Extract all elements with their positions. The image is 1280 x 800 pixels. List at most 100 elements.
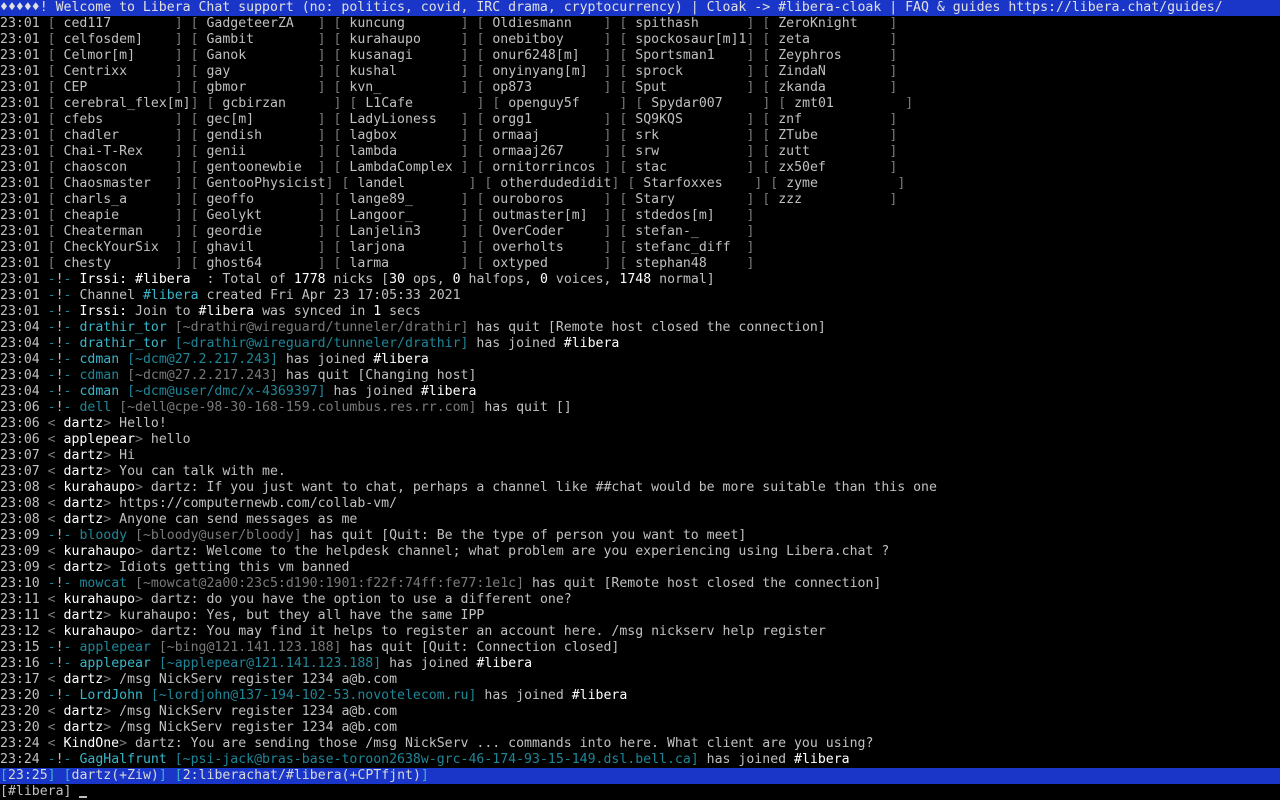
bracket: ] xyxy=(317,160,334,175)
message-text: https://computernewb.com/collab-vm/ xyxy=(119,496,398,511)
nick-close-bracket: > xyxy=(103,672,120,687)
nick-close-bracket: > xyxy=(103,608,120,623)
event-segment: Irssi: xyxy=(79,272,136,287)
bracket: ] xyxy=(746,112,763,127)
event-segment: [~lordjohn@137-194-102-53.novotelecom.ru… xyxy=(150,688,477,703)
nick-entry: Starfoxxes xyxy=(643,176,755,191)
event-line: 23:04 -!- cdman [~dcm@27.2.217.243] has … xyxy=(0,368,1280,384)
bracket: ] xyxy=(476,96,493,111)
timestamp: 23:04 xyxy=(0,368,40,383)
event-prefix: - xyxy=(39,272,56,287)
names-row: 23:01 [ CheckYourSix ] [ ghavil ] [ larj… xyxy=(0,240,1280,256)
event-segment: : Total of xyxy=(190,272,294,287)
nick-entry: GadgeteerZA xyxy=(206,16,318,31)
event-segment: Irssi: xyxy=(79,304,136,319)
timestamp: 23:01 xyxy=(0,112,40,127)
event-prefix: - xyxy=(63,272,80,287)
bracket: [ xyxy=(47,48,64,63)
bracket: ] xyxy=(603,80,620,95)
timestamp: 23:01 xyxy=(0,32,40,47)
bracket: [ xyxy=(619,32,636,47)
event-prefix: - xyxy=(63,688,80,703)
bracket: [ xyxy=(206,96,223,111)
event-segment: normal] xyxy=(651,272,715,287)
names-row: 23:01 [ celfosdem] ] [ Gambit ] [ kuraha… xyxy=(0,32,1280,48)
nick-entry: stac xyxy=(635,160,747,175)
bracket: ] xyxy=(174,208,191,223)
bracket: [ xyxy=(333,256,350,271)
event-segment: has quit [Changing host] xyxy=(277,368,477,383)
names-row: 23:01 [ cfebs ] [ gec[m] ] [ LadyLioness… xyxy=(0,112,1280,128)
nick-entry: zkanda xyxy=(778,80,890,95)
message-log[interactable]: 23:01 [ ced117 ] [ GadgeteerZA ] [ kuncu… xyxy=(0,16,1280,768)
chat-message: 23:06 < applepear> hello xyxy=(0,432,1280,448)
timestamp: 23:04 xyxy=(0,320,40,335)
event-prefix: - xyxy=(39,352,56,367)
text-segment xyxy=(40,704,48,719)
nick-entry: ouroboros xyxy=(492,192,604,207)
nick-entry: zutt xyxy=(778,144,890,159)
bracket: [ xyxy=(492,96,509,111)
nick-close-bracket: > xyxy=(135,544,151,559)
message-text: /msg NickServ register 1234 a@b.com xyxy=(119,704,398,719)
event-prefix: - xyxy=(39,288,56,303)
nick-entry: chesty xyxy=(63,256,175,271)
timestamp: 23:01 xyxy=(0,224,40,239)
bracket: [ xyxy=(762,32,779,47)
event-segment: Join to xyxy=(135,304,199,319)
nick-entry: ormaaj267 xyxy=(492,144,604,159)
event-segment: [~dcm@user/dmc/x-4369397] xyxy=(127,384,326,399)
nick-entry: gay xyxy=(206,64,318,79)
text-segment xyxy=(40,256,48,271)
nick-entry: srk xyxy=(635,128,747,143)
nick-entry: Spydar007 xyxy=(651,96,763,111)
event-prefix: - xyxy=(39,304,56,319)
bracket: [ xyxy=(47,176,64,191)
nick-entry: ghost64 xyxy=(206,256,318,271)
timestamp: 23:01 xyxy=(0,304,40,319)
text-segment xyxy=(40,608,48,623)
message-text: hello xyxy=(150,432,191,447)
bracket: [ xyxy=(190,144,207,159)
event-prefix: ! xyxy=(55,368,64,383)
chat-message: 23:24 < KindOne> dartz: You are sending … xyxy=(0,736,1280,752)
bracket: [ xyxy=(47,144,64,159)
text-segment xyxy=(40,416,48,431)
bracket: ] xyxy=(317,192,334,207)
bracket: ] xyxy=(889,128,906,143)
nick-entry: Centrixx xyxy=(63,64,175,79)
bracket: ] xyxy=(603,256,620,271)
bracket: ] xyxy=(603,48,620,63)
bracket: ] xyxy=(174,80,191,95)
bracket: [ xyxy=(619,240,636,255)
input-line[interactable]: [#libera] xyxy=(0,784,1280,800)
bracket: ] xyxy=(174,160,191,175)
timestamp: 23:06 xyxy=(0,416,40,431)
nick-close-bracket: > xyxy=(103,560,120,575)
message-text: dartz: You are sending those /msg NickSe… xyxy=(135,736,874,751)
nick-open-bracket: < xyxy=(47,544,64,559)
bracket: ] xyxy=(889,32,906,47)
bracket: ] xyxy=(746,224,763,239)
nick-close-bracket: > xyxy=(103,416,120,431)
bracket: [ xyxy=(476,144,493,159)
bracket: ] xyxy=(897,176,914,191)
bracket: [ xyxy=(333,64,350,79)
bracket: [ xyxy=(476,208,493,223)
bracket: ] xyxy=(317,256,334,271)
event-segment: Channel xyxy=(79,288,143,303)
event-segment: dell xyxy=(79,400,120,415)
text-segment xyxy=(40,32,48,47)
names-row: 23:01 [ cheapie ] [ Geolykt ] [ Langoor_… xyxy=(0,208,1280,224)
message-text: dartz: Welcome to the helpdesk channel; … xyxy=(150,544,890,559)
bracket: [ xyxy=(476,80,493,95)
nick-close-bracket: > xyxy=(103,464,120,479)
event-line: 23:01 -!- Irssi: #libera : Total of 1778… xyxy=(0,272,1280,288)
text-segment xyxy=(40,624,48,639)
message-text: You can talk with me. xyxy=(119,464,286,479)
bracket: [ xyxy=(619,80,636,95)
names-row: 23:01 [ chadler ] [ gendish ] [ lagbox ]… xyxy=(0,128,1280,144)
bracket: ] xyxy=(619,96,636,111)
message-text: dartz: You may find it helps to register… xyxy=(150,624,826,639)
message-nick: dartz xyxy=(63,496,104,511)
